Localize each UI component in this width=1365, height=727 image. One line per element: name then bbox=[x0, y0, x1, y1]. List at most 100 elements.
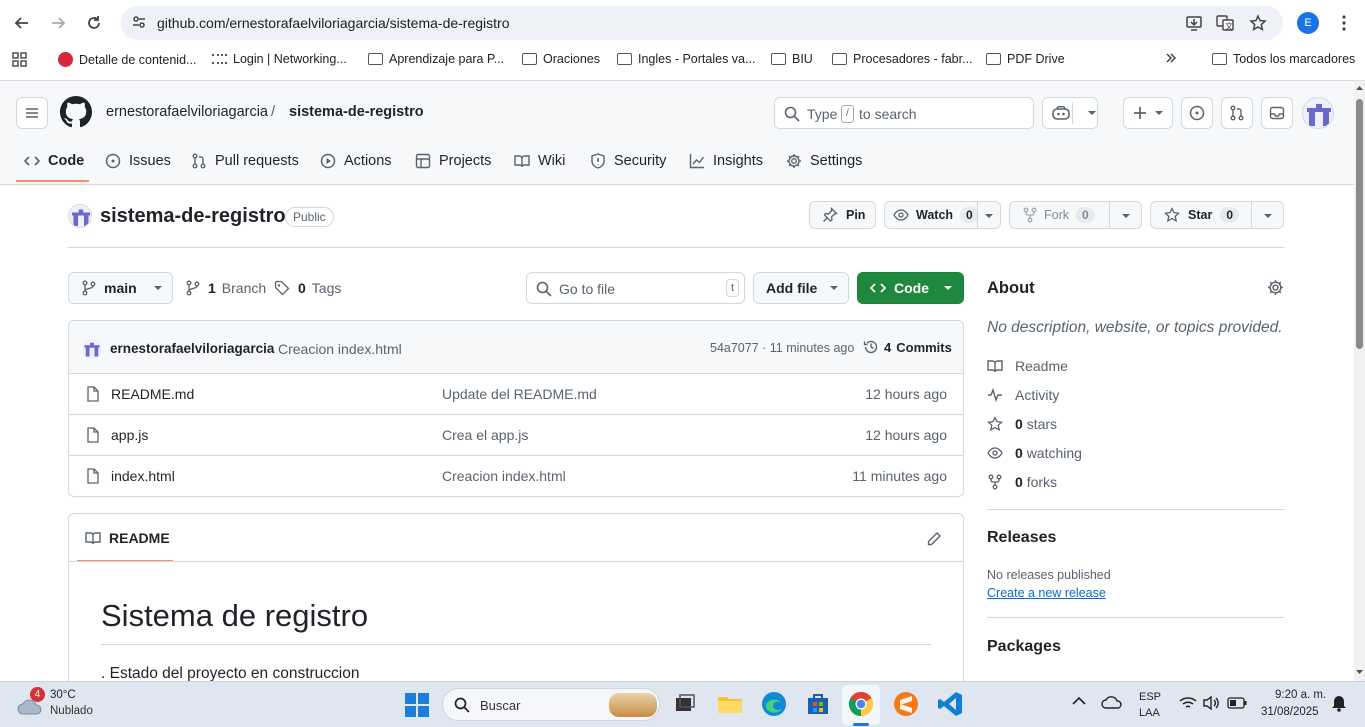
bookmark-folder[interactable]: Oraciones bbox=[522, 52, 600, 66]
chevron-down-icon[interactable] bbox=[984, 213, 994, 219]
file-name[interactable]: README.md bbox=[111, 386, 194, 402]
tab-issues[interactable]: Issues bbox=[105, 142, 171, 180]
back-icon[interactable] bbox=[10, 11, 34, 35]
tab-settings[interactable]: Settings bbox=[786, 142, 862, 180]
bookmark-folder[interactable]: PDF Drive bbox=[986, 52, 1065, 66]
pencil-icon[interactable] bbox=[926, 531, 942, 547]
repo-link[interactable]: sistema-de-registro bbox=[289, 104, 424, 120]
branches-link[interactable]: 1 Branch bbox=[186, 280, 266, 296]
star-button[interactable]: Star 0 bbox=[1150, 201, 1284, 229]
owner-link[interactable]: ernestorafaelviloriagarcia bbox=[106, 104, 268, 120]
bookmark-folder[interactable]: Aprendizaje para P... bbox=[368, 52, 504, 66]
gear-icon[interactable] bbox=[1267, 279, 1284, 296]
install-icon[interactable] bbox=[1185, 14, 1203, 32]
scroll-up-icon[interactable] bbox=[1356, 85, 1363, 90]
commit-author-avatar[interactable] bbox=[82, 339, 102, 359]
releases-title[interactable]: Releases bbox=[987, 529, 1056, 547]
tab-insights[interactable]: Insights bbox=[689, 142, 763, 180]
readme-link[interactable]: Readme bbox=[987, 358, 1068, 374]
bookmark-folder[interactable]: Procesadores - fabr... bbox=[832, 52, 973, 66]
address-bar[interactable]: github.com/ernestorafaelviloriagarcia/si… bbox=[121, 6, 1283, 40]
apps-grid-icon[interactable] bbox=[12, 52, 27, 67]
inbox-icon[interactable] bbox=[1261, 97, 1293, 129]
create-release-link[interactable]: Create a new release bbox=[987, 586, 1106, 600]
bookmark-folder[interactable]: BIU bbox=[771, 52, 813, 66]
file-commit-message[interactable]: Update del README.md bbox=[442, 386, 597, 402]
file-name[interactable]: index.html bbox=[111, 468, 175, 484]
forks-link[interactable]: 0 forks bbox=[987, 474, 1057, 490]
tab-pull-requests[interactable]: Pull requests bbox=[191, 142, 299, 180]
tab-actions[interactable]: Actions bbox=[320, 142, 392, 180]
file-explorer-icon[interactable] bbox=[716, 690, 744, 718]
keyboard-layout[interactable]: LAA bbox=[1139, 707, 1160, 719]
repo-owner-avatar[interactable] bbox=[68, 204, 92, 228]
sublime-text-icon[interactable] bbox=[892, 690, 920, 718]
clock-time[interactable]: 9:20 a. m. bbox=[1275, 689, 1326, 701]
github-logo-icon[interactable] bbox=[60, 96, 92, 128]
battery-icon[interactable] bbox=[1227, 697, 1247, 709]
commit-author[interactable]: ernestorafaelviloriagarcia bbox=[110, 341, 274, 356]
repo-title[interactable]: sistema-de-registro bbox=[100, 205, 286, 228]
add-file-button[interactable]: Add file bbox=[753, 272, 849, 304]
wifi-icon[interactable] bbox=[1179, 696, 1197, 710]
page-scrollbar[interactable] bbox=[1354, 81, 1365, 681]
activity-link[interactable]: Activity bbox=[987, 387, 1059, 403]
tab-code[interactable]: Code bbox=[24, 142, 84, 180]
commit-meta[interactable]: 54a7077 · 11 minutes ago bbox=[710, 341, 854, 355]
tab-security[interactable]: Security bbox=[590, 142, 666, 180]
menu-kebab-icon[interactable] bbox=[1332, 11, 1356, 35]
create-new-button[interactable] bbox=[1123, 97, 1173, 129]
copilot-button[interactable] bbox=[1042, 97, 1098, 129]
reload-icon[interactable] bbox=[82, 11, 106, 35]
tab-wiki[interactable]: Wiki bbox=[514, 142, 565, 180]
user-avatar[interactable] bbox=[1302, 97, 1334, 129]
file-name[interactable]: app.js bbox=[111, 427, 148, 443]
tab-projects[interactable]: Projects bbox=[415, 142, 491, 180]
notification-icon[interactable] bbox=[1331, 694, 1347, 712]
tags-link[interactable]: 0 Tags bbox=[274, 280, 341, 296]
file-commit-message[interactable]: Creacion index.html bbox=[442, 468, 566, 484]
pull-requests-header-icon[interactable] bbox=[1221, 97, 1253, 129]
microsoft-store-icon[interactable] bbox=[804, 690, 832, 718]
forward-icon[interactable] bbox=[46, 11, 70, 35]
bookmark-star-icon[interactable] bbox=[1249, 14, 1267, 32]
bookmark-folder[interactable]: Ingles - Portales va... bbox=[617, 52, 755, 66]
readme-tab[interactable]: README bbox=[85, 530, 170, 546]
hamburger-menu-icon[interactable] bbox=[16, 97, 48, 129]
chevron-down-icon[interactable] bbox=[1121, 213, 1131, 219]
file-commit-message[interactable]: Crea el app.js bbox=[442, 427, 528, 443]
site-info-icon[interactable] bbox=[131, 14, 149, 32]
search-input[interactable]: Type / to search bbox=[774, 97, 1034, 129]
url-text[interactable]: github.com/ernestorafaelviloriagarcia/si… bbox=[157, 15, 510, 31]
watch-button[interactable]: Watch 0 bbox=[884, 201, 1001, 229]
profile-avatar[interactable]: E bbox=[1297, 12, 1319, 34]
go-to-file-input[interactable]: Go to file t bbox=[526, 272, 745, 304]
taskbar-search[interactable]: Buscar bbox=[442, 688, 660, 721]
translate-icon[interactable]: 文 bbox=[1216, 14, 1234, 32]
clock-date[interactable]: 31/08/2025 bbox=[1261, 706, 1319, 718]
commits-link[interactable]: 4 Commits bbox=[863, 339, 952, 355]
commit-message[interactable]: Creacion index.html bbox=[278, 341, 402, 357]
bookmark-item[interactable]: Detalle de contenid... bbox=[58, 52, 196, 67]
chrome-icon[interactable] bbox=[847, 690, 875, 718]
issues-header-icon[interactable] bbox=[1181, 97, 1213, 129]
stars-link[interactable]: 0 stars bbox=[987, 416, 1057, 432]
edge-browser-icon[interactable] bbox=[760, 690, 788, 718]
scrollbar-thumb[interactable] bbox=[1356, 99, 1363, 349]
scroll-down-icon[interactable] bbox=[1356, 670, 1363, 675]
fork-button[interactable]: Fork 0 bbox=[1009, 201, 1142, 229]
packages-title[interactable]: Packages bbox=[987, 638, 1061, 656]
branch-selector[interactable]: main bbox=[68, 272, 173, 304]
vscode-icon[interactable] bbox=[936, 690, 964, 718]
watching-link[interactable]: 0 watching bbox=[987, 445, 1082, 461]
task-view-icon[interactable] bbox=[671, 690, 699, 718]
all-bookmarks[interactable]: Todos los marcadores bbox=[1212, 52, 1355, 66]
code-dropdown-button[interactable]: Code bbox=[857, 272, 964, 304]
onedrive-icon[interactable] bbox=[1101, 695, 1123, 709]
volume-icon[interactable] bbox=[1202, 695, 1220, 711]
bookmark-item[interactable]: Login | Networking... bbox=[212, 52, 347, 66]
bookmarks-overflow-icon[interactable] bbox=[1165, 52, 1177, 64]
chevron-down-icon[interactable] bbox=[1263, 213, 1273, 219]
language-code[interactable]: ESP bbox=[1139, 691, 1161, 703]
tray-overflow-icon[interactable] bbox=[1072, 696, 1086, 706]
